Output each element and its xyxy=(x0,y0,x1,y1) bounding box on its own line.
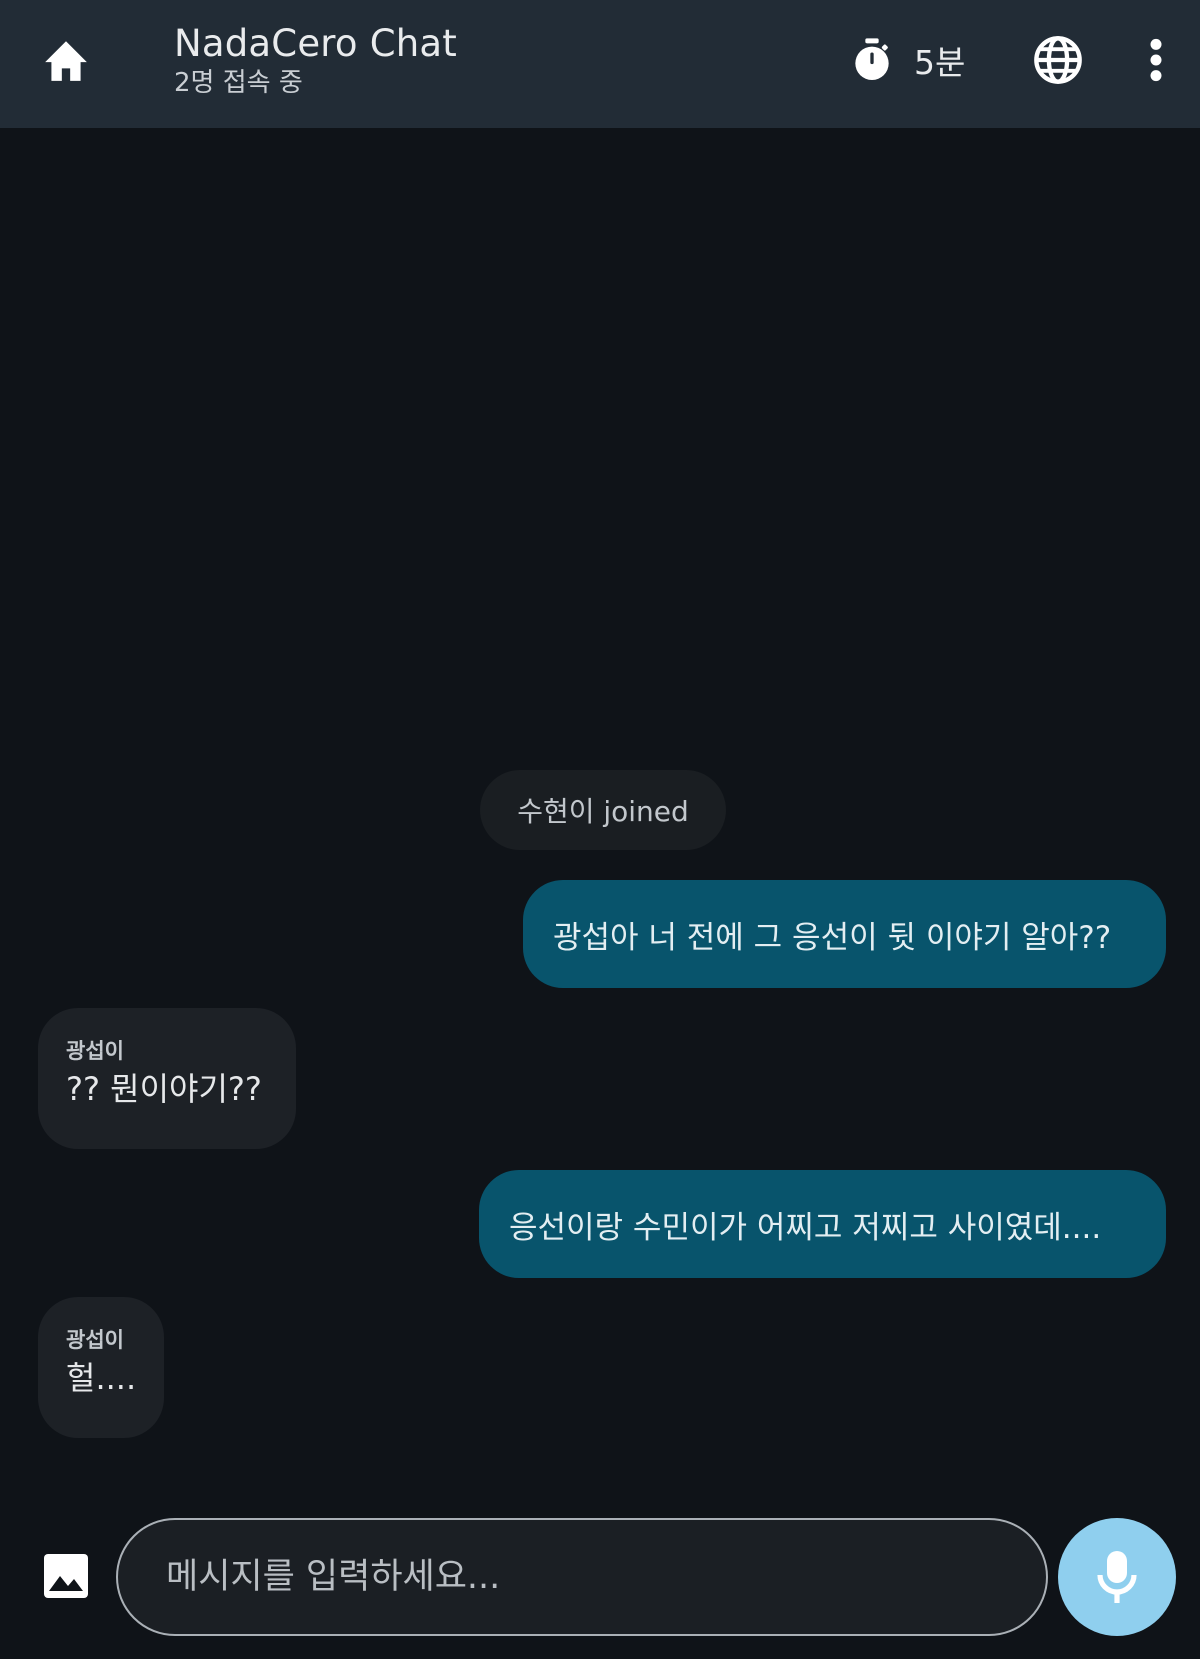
more-vert-icon xyxy=(1150,38,1162,82)
home-button[interactable] xyxy=(38,32,94,88)
timer-label: 5분 xyxy=(914,43,966,82)
incoming-message: 광섭이 ?? 뭔이야기?? xyxy=(38,1008,296,1149)
outgoing-message: 응선이랑 수민이가 어찌고 저찌고 사이였데.... xyxy=(479,1170,1166,1278)
system-join-notice: 수현이 joined xyxy=(480,770,726,850)
sender-name: 광섭이 xyxy=(66,1328,124,1352)
globe-icon xyxy=(1034,36,1082,84)
attach-image-button[interactable] xyxy=(42,1552,90,1600)
chat-app: NadaCero Chat 2명 접속 중 5분 수현이 joined 광섭아 … xyxy=(0,0,1200,1659)
language-button[interactable] xyxy=(1030,32,1086,88)
stopwatch-icon xyxy=(855,38,889,80)
voice-input-button[interactable] xyxy=(1058,1518,1176,1636)
home-icon xyxy=(45,41,87,81)
online-count: 2명 접속 중 xyxy=(174,68,303,98)
mic-icon xyxy=(1097,1551,1137,1603)
more-options-button[interactable] xyxy=(1140,32,1172,88)
sender-name: 광섭이 xyxy=(66,1039,124,1063)
message-input[interactable] xyxy=(116,1518,1048,1636)
message-text: 광섭아 너 전에 그 응선이 뒷 이야기 알아?? xyxy=(553,919,1112,956)
chat-title-block: NadaCero Chat 2명 접속 중 xyxy=(174,22,457,100)
incoming-message: 광섭이 헐.... xyxy=(38,1297,164,1438)
message-text: 응선이랑 수민이가 어찌고 저찌고 사이였데.... xyxy=(509,1209,1102,1246)
message-text: 헐.... xyxy=(66,1359,137,1397)
message-text: ?? 뭔이야기?? xyxy=(66,1070,262,1108)
chat-title: NadaCero Chat xyxy=(174,22,457,65)
app-header: NadaCero Chat 2명 접속 중 5분 xyxy=(0,0,1200,128)
timer-button[interactable]: 5분 xyxy=(852,36,965,84)
outgoing-message: 광섭아 너 전에 그 응선이 뒷 이야기 알아?? xyxy=(523,880,1166,988)
image-icon xyxy=(44,1554,88,1598)
